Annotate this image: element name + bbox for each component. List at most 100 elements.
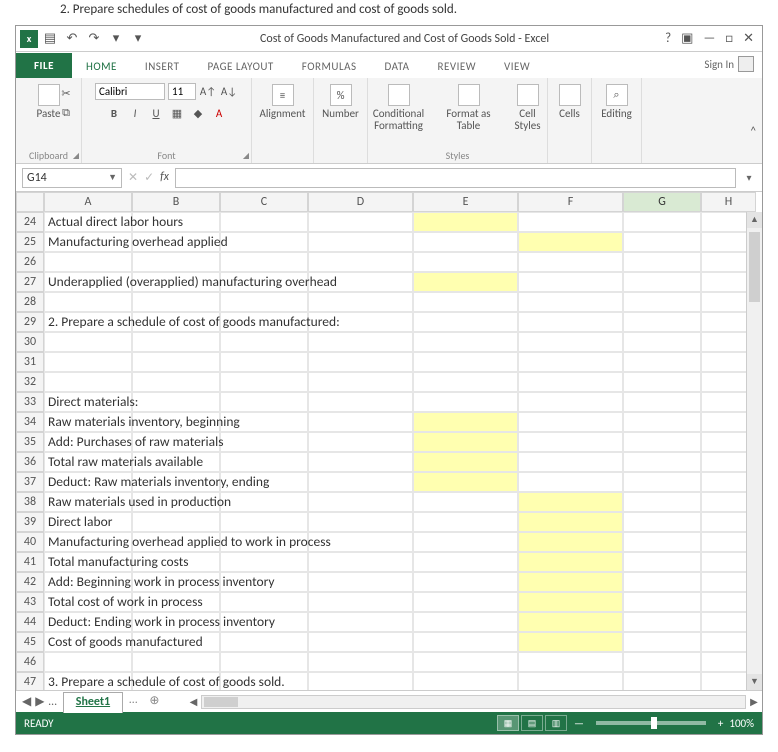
cells-button[interactable]: Cells [555, 82, 585, 122]
cell-D33[interactable] [308, 392, 413, 412]
tab-page-layout[interactable]: PAGE LAYOUT [193, 54, 287, 78]
cell-E36[interactable] [413, 452, 518, 472]
cell-G33[interactable] [623, 392, 701, 412]
row-header-25[interactable]: 25 [16, 232, 44, 252]
cell-E45[interactable] [413, 632, 518, 652]
cell-A35[interactable]: Add: Purchases of raw materials [44, 432, 132, 452]
cell-F27[interactable] [518, 272, 623, 292]
cell-A39[interactable]: Direct labor [44, 512, 132, 532]
cell-G36[interactable] [623, 452, 701, 472]
qat-customize-icon[interactable]: ▾ [128, 31, 148, 46]
cell-G30[interactable] [623, 332, 701, 352]
underline-button[interactable]: U [147, 104, 165, 122]
cell-F31[interactable] [518, 352, 623, 372]
cell-D41[interactable] [308, 552, 413, 572]
cell-D44[interactable] [308, 612, 413, 632]
cell-G31[interactable] [623, 352, 701, 372]
name-box-dropdown-icon[interactable]: ▼ [108, 172, 117, 183]
cell-G38[interactable] [623, 492, 701, 512]
cell-A30[interactable] [44, 332, 132, 352]
formula-input[interactable] [175, 168, 736, 188]
cell-E33[interactable] [413, 392, 518, 412]
cell-E27[interactable] [413, 272, 518, 292]
row-header-37[interactable]: 37 [16, 472, 44, 492]
cell-G25[interactable] [623, 232, 701, 252]
cell-G47[interactable] [623, 672, 701, 690]
cell-C31[interactable] [220, 352, 308, 372]
cell-A32[interactable]: Schedule of Cost of Goods Manufactured [44, 372, 132, 392]
row-header-28[interactable]: 28 [16, 292, 44, 312]
cell-G41[interactable] [623, 552, 701, 572]
row-header-29[interactable]: 29 [16, 312, 44, 332]
cell-B30[interactable] [132, 332, 220, 352]
cell-F45[interactable] [518, 632, 623, 652]
horizontal-scrollbar[interactable]: ◀ ▶ [185, 691, 762, 712]
row-header-24[interactable]: 24 [16, 212, 44, 232]
cell-D30[interactable] [308, 332, 413, 352]
collapse-ribbon-icon[interactable]: ^ [751, 124, 756, 137]
cell-G34[interactable] [623, 412, 701, 432]
row-header-40[interactable]: 40 [16, 532, 44, 552]
cell-D36[interactable] [308, 452, 413, 472]
cell-E24[interactable] [413, 212, 518, 232]
tab-formulas[interactable]: FORMULAS [288, 54, 371, 78]
cell-G45[interactable] [623, 632, 701, 652]
cell-D31[interactable] [308, 352, 413, 372]
page-break-view-icon[interactable]: ▥ [545, 715, 567, 731]
column-header-C[interactable]: C [220, 192, 308, 212]
row-header-38[interactable]: 38 [16, 492, 44, 512]
cell-A47[interactable]: 3. Prepare a schedule of cost of goods s… [44, 672, 132, 690]
cell-E46[interactable] [413, 652, 518, 672]
cell-G24[interactable] [623, 212, 701, 232]
cell-C46[interactable] [220, 652, 308, 672]
fx-icon[interactable]: fx [160, 170, 169, 185]
cell-E47[interactable] [413, 672, 518, 690]
column-header-D[interactable]: D [308, 192, 413, 212]
cell-A25[interactable]: Manufacturing overhead applied [44, 232, 132, 252]
cell-F35[interactable] [518, 432, 623, 452]
row-header-33[interactable]: 33 [16, 392, 44, 412]
cell-E30[interactable] [413, 332, 518, 352]
new-sheet-icon[interactable]: ⊕ [143, 691, 165, 712]
cell-D46[interactable] [308, 652, 413, 672]
vscroll-thumb[interactable] [749, 232, 760, 302]
row-header-26[interactable]: 26 [16, 252, 44, 272]
font-launcher-icon[interactable]: ◢ [243, 151, 249, 161]
undo-icon[interactable]: ↶ [62, 31, 82, 46]
tab-review[interactable]: REVIEW [424, 54, 491, 78]
row-header-31[interactable]: 31 [16, 352, 44, 372]
normal-view-icon[interactable]: ▦ [497, 715, 519, 731]
cell-A36[interactable]: Total raw materials available [44, 452, 132, 472]
number-button[interactable]: % Number [318, 82, 363, 122]
scroll-right-icon[interactable]: ▶ [746, 695, 762, 708]
save-icon[interactable]: ▤ [40, 31, 60, 46]
cell-A37[interactable]: Deduct: Raw materials inventory, ending [44, 472, 132, 492]
zoom-out-icon[interactable]: — [574, 717, 584, 730]
cell-B26[interactable] [132, 252, 220, 272]
row-header-30[interactable]: 30 [16, 332, 44, 352]
cell-A31[interactable]: Stanford Enterprises [44, 352, 132, 372]
cell-E34[interactable] [413, 412, 518, 432]
conditional-formatting-button[interactable]: Conditional Formatting [366, 82, 432, 134]
cell-D35[interactable] [308, 432, 413, 452]
row-header-45[interactable]: 45 [16, 632, 44, 652]
close-icon[interactable]: ✕ [743, 31, 754, 46]
cut-icon[interactable]: ✂ [57, 84, 75, 102]
cell-F36[interactable] [518, 452, 623, 472]
user-icon[interactable]: ▾ [106, 31, 126, 46]
column-header-A[interactable]: A [44, 192, 132, 212]
font-color-button[interactable]: A [210, 104, 228, 122]
font-size-input[interactable] [168, 83, 196, 100]
cell-C24[interactable] [220, 212, 308, 232]
cell-E25[interactable] [413, 232, 518, 252]
cell-F33[interactable] [518, 392, 623, 412]
cell-E35[interactable] [413, 432, 518, 452]
cell-B28[interactable] [132, 292, 220, 312]
scroll-down-icon[interactable]: ▼ [747, 674, 762, 690]
cell-A38[interactable]: Raw materials used in production [44, 492, 132, 512]
row-header-34[interactable]: 34 [16, 412, 44, 432]
cell-G29[interactable] [623, 312, 701, 332]
zoom-slider[interactable] [596, 721, 706, 725]
scroll-left-icon[interactable]: ◀ [185, 695, 201, 708]
cell-G26[interactable] [623, 252, 701, 272]
